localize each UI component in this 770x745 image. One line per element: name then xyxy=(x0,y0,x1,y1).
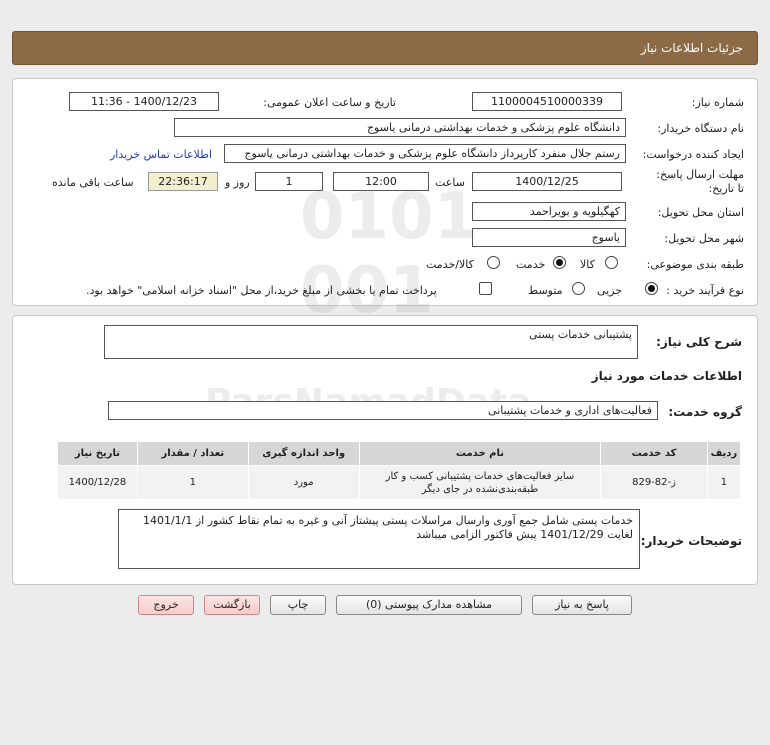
service-group-label: گروه خدمت: xyxy=(668,405,742,419)
table-header-row: ردیف کد خدمت نام خدمت واحد اندازه گیری ت… xyxy=(57,441,742,466)
province-field: کهگیلویه و بویراحمد xyxy=(472,202,626,221)
buyer-description-label: توضیحات خریدار: xyxy=(640,534,742,548)
table-row: 1 ز-82-829 سایر فعالیت‌های خدمات پشتیبان… xyxy=(57,465,742,500)
summary-field: پشتیبانی خدمات پستی xyxy=(104,325,638,359)
request-creator-field: رستم جلال منفرد کارپرداز دانشگاه علوم پز… xyxy=(224,144,626,163)
process-minor-radio[interactable] xyxy=(645,282,658,295)
col-unit-header: واحد اندازه گیری xyxy=(247,441,360,466)
cell-name: سایر فعالیت‌های خدمات پشتیبانی کسب و کار… xyxy=(358,465,602,500)
treasury-checkbox[interactable] xyxy=(479,282,492,295)
col-date-header: تاریخ نیاز xyxy=(57,441,138,466)
col-name-header: نام خدمت xyxy=(358,441,602,466)
deadline-date-field: 1400/12/25 xyxy=(472,172,622,191)
service-group-field: فعالیت‌های اداری و خدمات پشتیبانی xyxy=(108,401,658,420)
category-service-radio[interactable] xyxy=(553,256,566,269)
process-medium-label: متوسط xyxy=(528,284,563,297)
category-goods-label: کالا xyxy=(580,258,595,271)
cell-row: 1 xyxy=(706,465,742,500)
view-attachments-button[interactable]: مشاهده مدارک پیوستی (0) xyxy=(336,595,522,615)
announce-datetime-label: تاریخ و ساعت اعلان عمومی: xyxy=(263,96,396,109)
province-label: استان محل تحویل: xyxy=(657,206,744,219)
watermark-digits: 0101 001 xyxy=(300,180,479,328)
need-number-label: شماره نیاز: xyxy=(691,96,744,109)
process-minor-label: جزیی xyxy=(597,284,623,297)
summary-label: شرح کلی نیاز: xyxy=(656,335,742,349)
category-service-label: خدمت xyxy=(516,258,546,271)
remaining-time-label: ساعت باقی مانده xyxy=(52,176,134,189)
city-label: شهر محل تحویل: xyxy=(664,232,744,245)
print-button[interactable]: چاپ xyxy=(270,595,326,615)
category-label: طبقه بندی موضوعی: xyxy=(646,258,744,271)
cell-code: ز-82-829 xyxy=(600,465,708,500)
treasury-note: پرداخت تمام یا بخشی از مبلغ خرید،از محل … xyxy=(86,284,437,297)
col-qty-header: تعداد / مقدار xyxy=(136,441,249,466)
cell-qty: 1 xyxy=(136,465,249,500)
buyer-org-label: نام دستگاه خریدار: xyxy=(657,122,744,135)
need-number-field: 1100004510000339 xyxy=(472,92,622,111)
deadline-time-label: ساعت xyxy=(435,176,465,189)
process-medium-radio[interactable] xyxy=(572,282,585,295)
col-row-header: ردیف xyxy=(706,441,742,466)
category-goods-service-label: کالا/خدمت xyxy=(426,258,474,271)
announce-datetime-field: 1400/12/23 - 11:36 xyxy=(69,92,219,111)
col-code-header: کد خدمت xyxy=(600,441,708,466)
deadline-time-field: 12:00 xyxy=(333,172,429,191)
exit-button[interactable]: خروج xyxy=(138,595,194,615)
cell-unit: مورد xyxy=(247,465,360,500)
remaining-time-field: 22:36:17 xyxy=(148,172,218,191)
reply-button[interactable]: پاسخ به نیاز xyxy=(532,595,632,615)
back-button[interactable]: بازگشت xyxy=(204,595,260,615)
cell-date: 1400/12/28 xyxy=(57,465,138,500)
buyer-description-field: خدمات پستی شامل جمع آوری وارسال مراسلات … xyxy=(118,509,640,569)
category-goods-service-radio[interactable] xyxy=(487,256,500,269)
process-type-label: نوع فرآیند خرید : xyxy=(666,284,744,297)
page-header: جزئیات اطلاعات نیاز xyxy=(12,31,758,65)
services-info-title: اطلاعات خدمات مورد نیاز xyxy=(591,369,742,383)
remaining-days-label: روز و xyxy=(225,176,250,189)
services-table: ردیف کد خدمت نام خدمت واحد اندازه گیری ت… xyxy=(57,441,742,500)
buyer-contact-link[interactable]: اطلاعات تماس خریدار xyxy=(110,148,212,161)
city-field: یاسوج xyxy=(472,228,626,247)
page-title: جزئیات اطلاعات نیاز xyxy=(640,41,743,55)
remaining-days-field: 1 xyxy=(255,172,323,191)
request-creator-label: ایجاد کننده درخواست: xyxy=(642,148,744,161)
category-goods-radio[interactable] xyxy=(605,256,618,269)
buyer-org-field: دانشگاه علوم پزشکی و خدمات بهداشتی درمان… xyxy=(174,118,626,137)
deadline-label: مهلت ارسال پاسخ: تا تاریخ: xyxy=(656,168,744,195)
